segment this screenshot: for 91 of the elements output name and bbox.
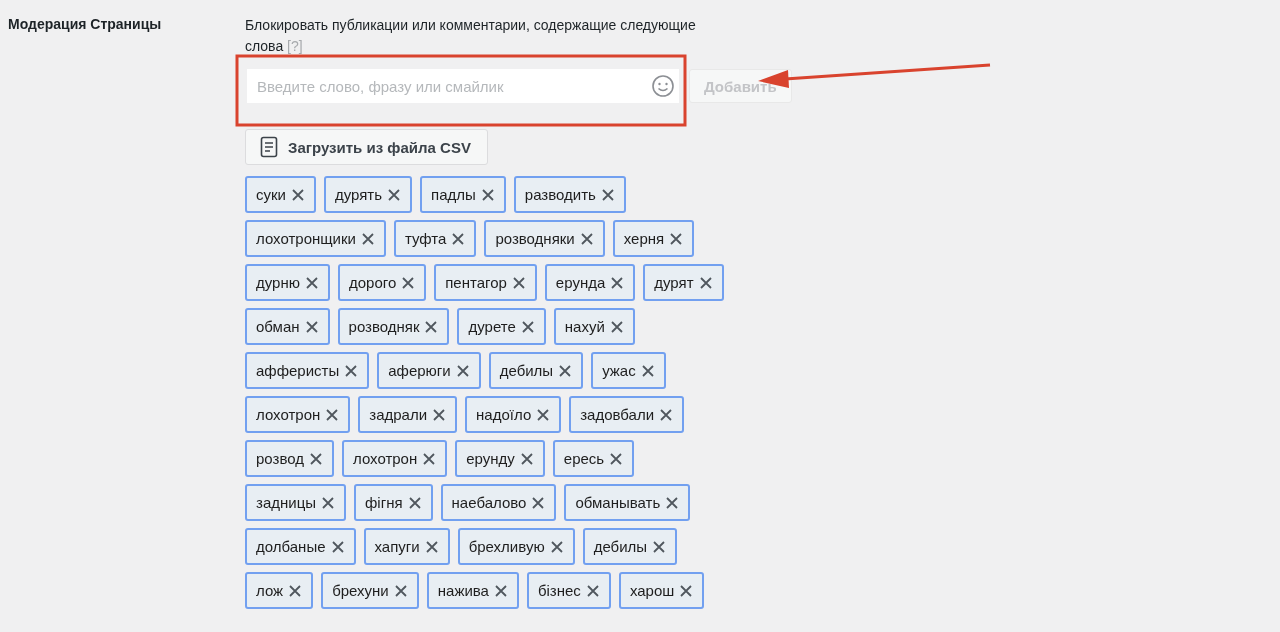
remove-icon[interactable]: [510, 274, 527, 291]
remove-icon[interactable]: [584, 582, 601, 599]
description: Блокировать публикации или комментарии, содержащие следующие слова [?]: [245, 16, 697, 56]
remove-icon[interactable]: [578, 230, 595, 247]
word-tag: ересь: [552, 440, 635, 477]
document-icon: [260, 136, 278, 158]
word-tag: обманывать: [564, 484, 691, 521]
remove-icon[interactable]: [557, 362, 574, 379]
remove-icon[interactable]: [386, 186, 403, 203]
word-tag: задовбали: [569, 396, 685, 433]
remove-icon[interactable]: [609, 274, 626, 291]
remove-icon[interactable]: [678, 582, 695, 599]
word-tag: лохотронщики: [245, 220, 386, 257]
remove-icon[interactable]: [535, 406, 552, 423]
remove-icon[interactable]: [668, 230, 685, 247]
word-tag: ерунду: [455, 440, 545, 477]
word-tag: наебалово: [440, 484, 557, 521]
word-tag: лохотрон: [341, 440, 448, 477]
word-tag: дурят: [643, 264, 724, 301]
word-tag: розводняк: [337, 308, 450, 345]
word-tag: падлы: [420, 176, 506, 213]
remove-icon[interactable]: [608, 450, 625, 467]
word-tag: дурню: [245, 264, 330, 301]
word-input-field[interactable]: Введите слово, фразу или смайлик: [247, 69, 679, 103]
word-tag: лохотрон: [245, 396, 351, 433]
remove-icon[interactable]: [324, 406, 341, 423]
remove-icon[interactable]: [450, 230, 467, 247]
word-tag: надоїло: [465, 396, 562, 433]
word-tag: лож: [245, 572, 314, 609]
word-tag: дебилы: [488, 352, 584, 389]
word-tag: дурять: [323, 176, 413, 213]
remove-icon[interactable]: [329, 538, 346, 555]
remove-icon[interactable]: [518, 450, 535, 467]
remove-icon[interactable]: [421, 450, 438, 467]
remove-icon[interactable]: [406, 494, 423, 511]
remove-icon[interactable]: [664, 494, 681, 511]
word-tag: бізнес: [526, 572, 611, 609]
remove-icon[interactable]: [359, 230, 376, 247]
word-tag: фігня: [354, 484, 433, 521]
remove-icon[interactable]: [697, 274, 714, 291]
remove-icon[interactable]: [343, 362, 360, 379]
remove-icon[interactable]: [303, 318, 320, 335]
word-tag: дебилы: [582, 528, 678, 565]
remove-icon[interactable]: [320, 494, 336, 511]
remove-icon[interactable]: [400, 274, 417, 291]
remove-icon[interactable]: [530, 494, 547, 511]
word-tag: нахуй: [553, 308, 635, 345]
remove-icon[interactable]: [479, 186, 496, 203]
word-tag: ерунда: [544, 264, 636, 301]
word-tag: харош: [618, 572, 705, 609]
remove-icon[interactable]: [492, 582, 509, 599]
remove-icon[interactable]: [639, 362, 656, 379]
word-tag: ужас: [591, 352, 666, 389]
remove-icon[interactable]: [658, 406, 675, 423]
remove-icon[interactable]: [289, 186, 306, 203]
remove-icon[interactable]: [392, 582, 409, 599]
word-tag: дорого: [337, 264, 427, 301]
word-tag: обман: [245, 308, 330, 345]
smiley-icon[interactable]: [651, 74, 675, 98]
remove-icon[interactable]: [287, 582, 304, 599]
word-tag: суки: [245, 176, 316, 213]
help-link[interactable]: [?]: [287, 38, 303, 54]
remove-icon[interactable]: [423, 538, 440, 555]
word-tag: брехуни: [321, 572, 419, 609]
word-tag: розводняки: [484, 220, 605, 257]
word-tag: афферисты: [245, 352, 370, 389]
word-tag: нажива: [426, 572, 519, 609]
word-tag: аферюги: [377, 352, 481, 389]
word-tag: долбаные: [245, 528, 356, 565]
upload-csv-button[interactable]: Загрузить из файла CSV: [245, 129, 488, 165]
remove-icon[interactable]: [548, 538, 565, 555]
remove-icon[interactable]: [608, 318, 625, 335]
remove-icon[interactable]: [454, 362, 471, 379]
word-tag: дурете: [457, 308, 546, 345]
remove-icon[interactable]: [599, 186, 616, 203]
section-label: Модерация Страницы: [8, 15, 163, 34]
word-tag: пентагор: [434, 264, 537, 301]
word-tag: брехливую: [457, 528, 575, 565]
word-tag: задрали: [358, 396, 458, 433]
remove-icon[interactable]: [307, 450, 324, 467]
word-tag: хапуги: [363, 528, 450, 565]
remove-icon[interactable]: [431, 406, 448, 423]
word-tag: разводить: [513, 176, 626, 213]
remove-icon[interactable]: [651, 538, 668, 555]
word-tag: задницы: [245, 484, 346, 521]
remove-icon[interactable]: [423, 318, 440, 335]
word-tag: херня: [612, 220, 695, 257]
remove-icon[interactable]: [519, 318, 536, 335]
word-tag: туфта: [393, 220, 477, 257]
word-tag: розвод: [245, 440, 334, 477]
remove-icon[interactable]: [303, 274, 320, 291]
